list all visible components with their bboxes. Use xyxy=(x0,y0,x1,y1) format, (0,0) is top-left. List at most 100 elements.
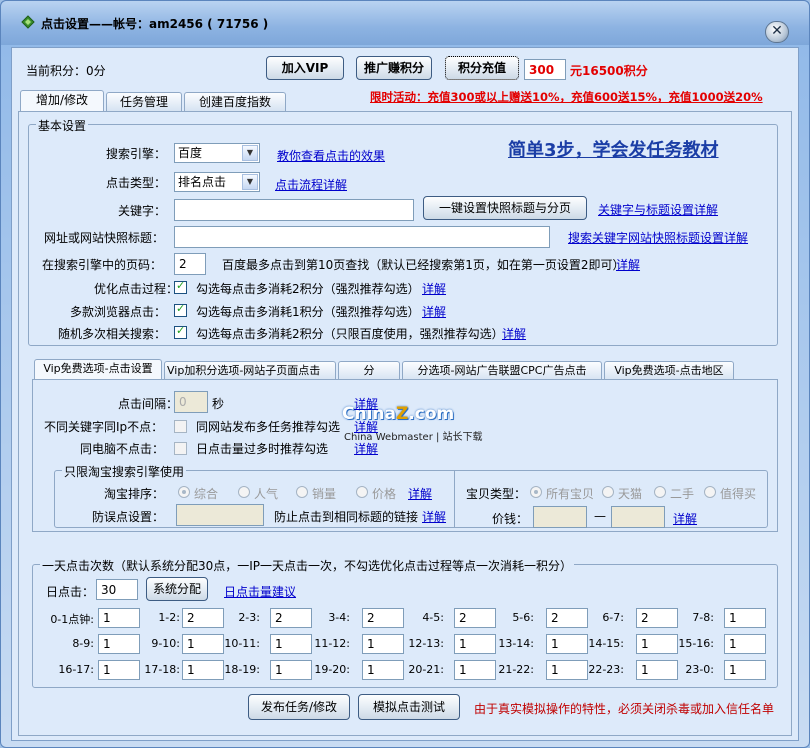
interval-input[interactable]: 0 xyxy=(174,391,208,413)
hour-slot-input[interactable]: 1 xyxy=(98,608,140,628)
recharge-amount-input[interactable]: 300 xyxy=(524,59,566,80)
page-number-detail-link[interactable]: 详解 xyxy=(616,256,640,273)
browsers-label: 多款浏览器点击： xyxy=(70,305,167,319)
hour-slot-label: 19-20: xyxy=(314,663,350,676)
hour-slot-label: 14-15: xyxy=(588,637,624,650)
type-radio-secondhand[interactable] xyxy=(654,486,666,498)
close-button[interactable]: ✕ xyxy=(765,21,789,43)
type-option-worth: 值得买 xyxy=(720,487,757,501)
hour-slot-input[interactable]: 1 xyxy=(98,634,140,654)
system-assign-button[interactable]: 系统分配 xyxy=(146,577,208,601)
hour-slot-input[interactable]: 2 xyxy=(454,608,496,628)
optimize-text: 勾选每点击多消耗2积分（强烈推荐勾选） xyxy=(196,282,420,296)
browsers-checkbox[interactable] xyxy=(174,302,187,317)
same-ip-checkbox[interactable] xyxy=(174,420,187,433)
hour-slot-input[interactable]: 1 xyxy=(98,660,140,680)
hour-slot-input[interactable]: 2 xyxy=(362,608,404,628)
hour-slot-input[interactable]: 1 xyxy=(182,660,224,680)
subtab-cpc-ads[interactable]: 分选项-网站广告联盟CPC广告点击 xyxy=(402,361,602,380)
keyword-title-help-link[interactable]: 关键字与标题设置详解 xyxy=(598,201,718,218)
engine-help-link[interactable]: 教你查看点击的效果 xyxy=(277,147,385,164)
hour-slot-input[interactable]: 2 xyxy=(636,608,678,628)
keyword-label: 关键字： xyxy=(118,204,167,218)
sort-radio-overall[interactable] xyxy=(178,486,190,498)
hour-slot-label: 6-7: xyxy=(602,611,624,624)
random-search-detail-link[interactable]: 详解 xyxy=(502,325,526,342)
tab-baidu-index[interactable]: 创建百度指数 xyxy=(184,92,286,111)
hour-slot-input[interactable]: 1 xyxy=(724,660,766,680)
anti-misclick-input[interactable] xyxy=(176,504,264,526)
hour-slot-input[interactable]: 1 xyxy=(362,660,404,680)
random-search-checkbox[interactable] xyxy=(174,324,187,339)
recharge-result: 元16500积分 xyxy=(570,64,648,78)
hour-slot-input[interactable]: 2 xyxy=(546,608,588,628)
same-ip-detail-link[interactable]: 详解 xyxy=(354,418,378,435)
recharge-button[interactable]: 积分充值 xyxy=(445,56,519,80)
click-type-select[interactable]: 排名点击 ▼ xyxy=(174,172,260,192)
click-flow-link[interactable]: 点击流程详解 xyxy=(275,176,347,193)
sort-option-overall: 综合 xyxy=(194,487,219,501)
subtab-vip-free-click[interactable]: Vip免费选项-点击设置 xyxy=(34,359,162,380)
hour-slot-label: 9-10: xyxy=(151,637,180,650)
hour-slot-input[interactable]: 1 xyxy=(270,660,312,680)
hour-slot-input[interactable]: 1 xyxy=(182,634,224,654)
snapshot-setup-button[interactable]: 一键设置快照标题与分页 xyxy=(423,196,587,220)
sort-radio-price[interactable] xyxy=(356,486,368,498)
tab-task-manage[interactable]: 任务管理 xyxy=(106,92,182,111)
interval-detail-link[interactable]: 详解 xyxy=(354,395,378,412)
app-logo-icon xyxy=(21,15,35,29)
sort-radio-sales[interactable] xyxy=(296,486,308,498)
hour-slot-input[interactable]: 1 xyxy=(454,660,496,680)
anti-misclick-detail-link[interactable]: 详解 xyxy=(422,508,446,525)
same-pc-checkbox[interactable] xyxy=(174,442,187,455)
promote-earn-button[interactable]: 推广赚积分 xyxy=(356,56,432,80)
type-radio-tmall[interactable] xyxy=(602,486,614,498)
title-bar[interactable]: 点击设置——帐号：am2456 ( 71756 ) ✕ xyxy=(1,1,809,45)
hour-slot-input[interactable]: 2 xyxy=(270,608,312,628)
tutorial-slogan-link[interactable]: 简单3步，学会发任务教材 xyxy=(508,136,719,162)
same-pc-detail-link[interactable]: 详解 xyxy=(354,440,378,457)
engine-select[interactable]: 百度 ▼ xyxy=(174,143,260,163)
sort-radio-popular[interactable] xyxy=(238,486,250,498)
tab-add-edit[interactable]: 增加/修改 xyxy=(20,90,104,111)
price-min-input[interactable] xyxy=(533,506,587,528)
hour-slot-label: 16-17: xyxy=(58,663,94,676)
same-pc-text: 日点击量过多时推荐勾选 xyxy=(196,442,329,456)
taobao-sort-detail-link[interactable]: 详解 xyxy=(408,485,432,502)
url-input[interactable] xyxy=(174,226,550,248)
keyword-input[interactable] xyxy=(174,199,414,221)
optimize-checkbox[interactable] xyxy=(174,279,187,294)
hour-slot-label: 18-19: xyxy=(224,663,260,676)
dropdown-arrow-icon[interactable]: ▼ xyxy=(242,174,258,190)
hour-slot-input[interactable]: 1 xyxy=(724,634,766,654)
hour-slot-input[interactable]: 1 xyxy=(636,634,678,654)
hour-slot-input[interactable]: 1 xyxy=(636,660,678,680)
browsers-detail-link[interactable]: 详解 xyxy=(422,303,446,320)
hour-slot-input[interactable]: 1 xyxy=(362,634,404,654)
price-detail-link[interactable]: 详解 xyxy=(673,510,697,527)
type-radio-worth[interactable] xyxy=(704,486,716,498)
hour-slot-input[interactable]: 1 xyxy=(454,634,496,654)
price-max-input[interactable] xyxy=(611,506,665,528)
subtab-points[interactable]: 分 xyxy=(338,361,400,380)
day-clicks-input[interactable]: 30 xyxy=(96,579,138,600)
snapshot-title-help-link[interactable]: 搜索关键字网站快照标题设置详解 xyxy=(568,229,748,246)
subtab-click-region[interactable]: Vip免费选项-点击地区 xyxy=(604,361,734,380)
day-clicks-suggest-link[interactable]: 日点击量建议 xyxy=(224,583,296,600)
hour-slot-input[interactable]: 1 xyxy=(546,634,588,654)
join-vip-button[interactable]: 加入VIP xyxy=(266,56,344,80)
dropdown-arrow-icon[interactable]: ▼ xyxy=(242,145,258,161)
hour-slot-input[interactable]: 1 xyxy=(724,608,766,628)
hour-slot-input[interactable]: 2 xyxy=(182,608,224,628)
hour-slot-input[interactable]: 1 xyxy=(546,660,588,680)
hour-slot-input[interactable]: 1 xyxy=(270,634,312,654)
type-radio-all[interactable] xyxy=(530,486,542,498)
publish-task-button[interactable]: 发布任务/修改 xyxy=(248,694,350,720)
simulate-click-button[interactable]: 模拟点击测试 xyxy=(358,694,460,720)
random-search-label: 随机多次相关搜索： xyxy=(58,327,167,341)
day-clicks-label: 日点击： xyxy=(46,585,95,599)
optimize-detail-link[interactable]: 详解 xyxy=(422,280,446,297)
subtab-vip-subpage[interactable]: Vip加积分选项-网站子页面点击 xyxy=(164,361,336,380)
page-number-label: 在搜索引擎中的页码： xyxy=(42,258,163,272)
page-number-input[interactable]: 2 xyxy=(174,253,206,275)
